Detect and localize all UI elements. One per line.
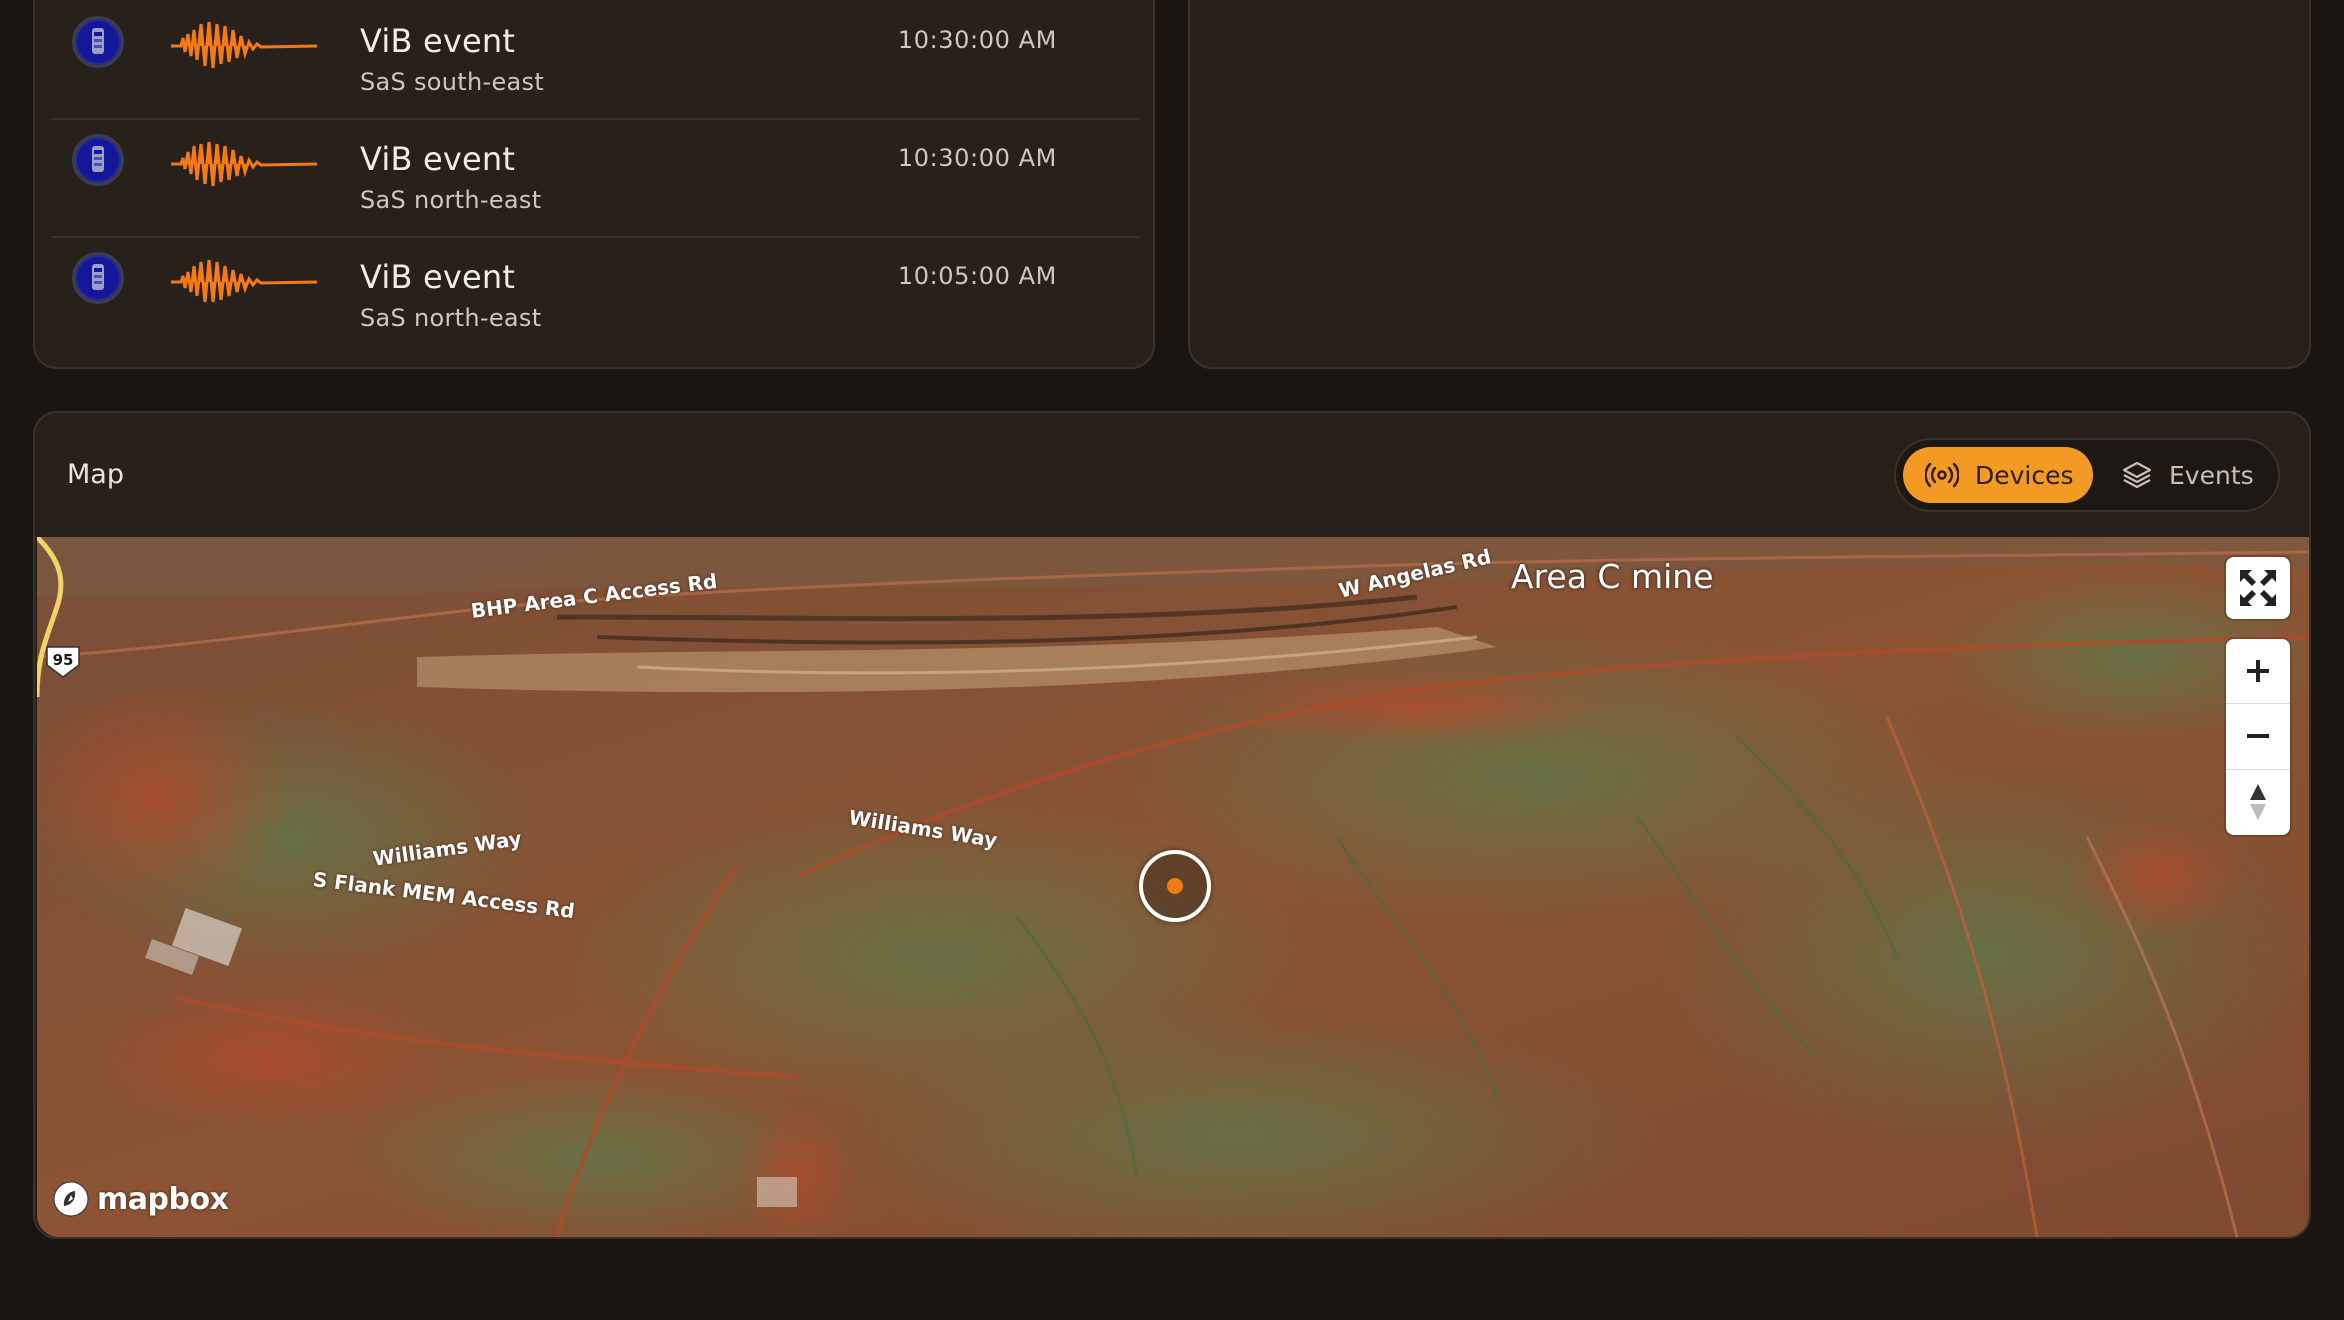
- event-location: SaS south-east: [360, 68, 545, 96]
- zoom-in-button[interactable]: [2226, 639, 2290, 703]
- compass-button[interactable]: [2226, 770, 2290, 834]
- waveform-icon: [171, 259, 317, 303]
- zoom-out-button[interactable]: [2226, 704, 2290, 768]
- device-icon: [72, 134, 124, 186]
- place-label-area-c: Area C mine: [1511, 557, 1714, 596]
- highway-shield: 95: [45, 645, 81, 679]
- satellite-map[interactable]: BHP Area C Access Rd W Angelas Rd Area C…: [37, 537, 2309, 1237]
- event-row[interactable]: ViB event SaS south-east 10:30:00 AM: [51, 2, 1139, 120]
- map-layer-toggle: Devices Events: [1894, 438, 2280, 512]
- events-toggle-label: Events: [2169, 460, 2254, 490]
- event-time: 10:30:00 AM: [897, 26, 1057, 54]
- device-marker[interactable]: [1139, 850, 1211, 922]
- event-location: SaS north-east: [360, 304, 542, 332]
- event-title: ViB event: [360, 140, 516, 178]
- page: ViB event SaS south-east 10:30:00 AM ViB…: [0, 0, 2344, 1320]
- mapbox-icon: [53, 1181, 89, 1217]
- side-panel: [1188, 0, 2311, 369]
- zoom-controls: [2226, 639, 2290, 835]
- event-row[interactable]: ViB event SaS north-east 10:05:00 AM: [51, 238, 1139, 356]
- fullscreen-button[interactable]: [2226, 557, 2290, 619]
- mapbox-attribution: mapbox: [97, 1181, 229, 1217]
- event-location: SaS north-east: [360, 186, 542, 214]
- zoom-in-icon: [2247, 660, 2269, 682]
- devices-toggle-button[interactable]: Devices: [1903, 447, 2093, 503]
- event-title: ViB event: [360, 258, 516, 296]
- events-panel: ViB event SaS south-east 10:30:00 AM ViB…: [33, 0, 1155, 369]
- compass-icon: [2250, 784, 2266, 820]
- device-icon: [72, 252, 124, 304]
- waveform-icon: [171, 21, 317, 69]
- event-title: ViB event: [360, 22, 516, 60]
- layers-icon: [2122, 461, 2152, 489]
- event-row[interactable]: ViB event SaS north-east 10:30:00 AM: [51, 120, 1139, 238]
- mapbox-logo[interactable]: mapbox: [51, 1179, 229, 1219]
- broadcast-icon: [1925, 462, 1959, 488]
- fullscreen-icon: [2240, 570, 2276, 606]
- event-time: 10:05:00 AM: [897, 262, 1057, 290]
- event-time: 10:30:00 AM: [897, 144, 1057, 172]
- zoom-out-icon: [2247, 734, 2269, 738]
- map-title: Map: [67, 459, 124, 490]
- device-icon: [72, 16, 124, 68]
- waveform-icon: [171, 141, 317, 187]
- devices-toggle-label: Devices: [1975, 460, 2074, 490]
- events-toggle-button[interactable]: Events: [2101, 447, 2271, 503]
- map-panel: Map Devices Events BHP Area C Access Rd …: [33, 411, 2311, 1239]
